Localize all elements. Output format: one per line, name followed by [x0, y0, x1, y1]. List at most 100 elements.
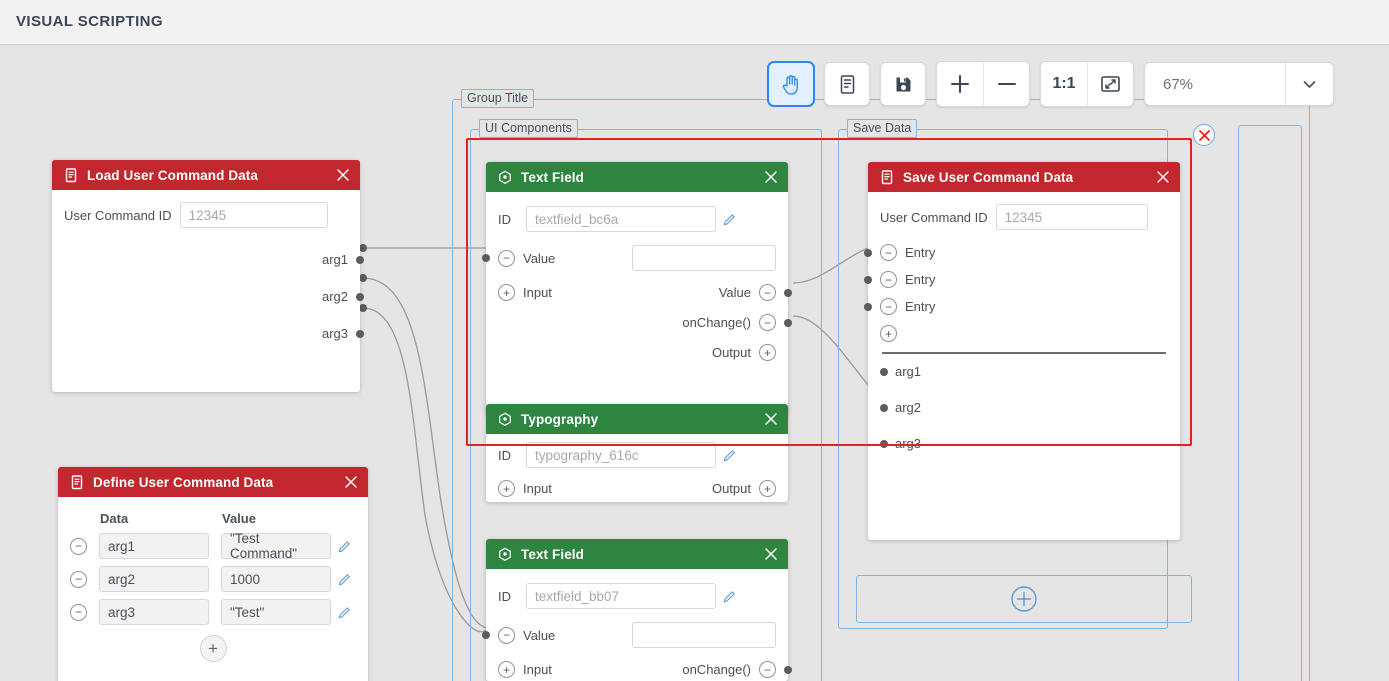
remove-row-button[interactable]: −	[70, 603, 87, 621]
close-icon[interactable]	[764, 547, 778, 561]
node-header[interactable]: Text Field	[486, 539, 788, 569]
close-icon[interactable]	[764, 412, 778, 426]
arg-row: arg1	[880, 364, 1168, 379]
row-data-input[interactable]: arg2	[99, 566, 209, 592]
add-input-button[interactable]: +	[498, 284, 515, 301]
id-row: ID textfield_bc6a	[498, 206, 776, 232]
add-output-button[interactable]: +	[759, 480, 776, 497]
output-label: Output	[711, 481, 751, 496]
add-node-drop-zone[interactable]	[856, 575, 1192, 623]
zoom-level-value: 67%	[1163, 75, 1194, 93]
input-port-arg2[interactable]	[880, 403, 888, 412]
pencil-icon[interactable]	[723, 590, 736, 603]
table-row: − arg1 "Test Command"	[70, 531, 356, 561]
remove-output-onchange-button[interactable]: −	[759, 314, 776, 331]
output-port-arg2[interactable]	[356, 292, 364, 301]
node-header[interactable]: Load User Command Data	[52, 160, 360, 190]
pan-tool-button[interactable]	[768, 62, 814, 106]
remove-output-value-button[interactable]: −	[759, 284, 776, 301]
remove-entry-button[interactable]: −	[880, 244, 897, 261]
actual-size-button[interactable]: 1:1	[1041, 62, 1087, 106]
value-input[interactable]	[632, 245, 776, 271]
zoom-out-button[interactable]	[983, 62, 1029, 106]
input-port-entry-1[interactable]	[864, 248, 872, 257]
row-value-input[interactable]: "Test"	[221, 599, 331, 625]
pencil-icon[interactable]	[338, 606, 351, 619]
add-output-button[interactable]: +	[759, 344, 776, 361]
node-save-user-command-data[interactable]: Save User Command Data User Command ID 1…	[864, 162, 1180, 540]
user-command-id-input[interactable]: 12345	[179, 202, 328, 228]
add-input-button[interactable]: +	[498, 661, 515, 678]
node-text-field-2[interactable]: Text Field ID textfield_bb07 − Value + I…	[482, 539, 792, 681]
row-data-input[interactable]: arg1	[99, 533, 209, 559]
close-icon[interactable]	[1156, 170, 1170, 184]
input-port-value[interactable]	[482, 631, 490, 639]
column-header-data: Data	[100, 511, 129, 526]
remove-value-input-button[interactable]: −	[498, 249, 515, 267]
node-load-user-command-data[interactable]: Load User Command Data User Command ID 1…	[52, 160, 364, 392]
remove-value-input-button[interactable]: −	[498, 626, 515, 644]
pencil-icon[interactable]	[338, 573, 351, 586]
fit-screen-icon	[1101, 76, 1120, 92]
input-port-entry-2[interactable]	[864, 275, 872, 284]
row-value-input[interactable]: "Test Command"	[221, 531, 331, 561]
add-input-button[interactable]: +	[498, 480, 515, 497]
user-command-id-input[interactable]: 12345	[995, 204, 1148, 230]
script-list-button[interactable]	[824, 62, 870, 106]
id-input[interactable]: textfield_bb07	[526, 583, 716, 609]
node-header[interactable]: Typography	[486, 404, 788, 434]
pencil-icon[interactable]	[723, 213, 736, 226]
add-row-button[interactable]: +	[199, 635, 227, 662]
chevron-down-icon[interactable]	[1285, 63, 1333, 105]
zoom-in-button[interactable]	[937, 62, 983, 106]
entry-label: Entry	[905, 299, 936, 314]
pencil-icon[interactable]	[338, 540, 351, 553]
node-header[interactable]: Text Field	[486, 162, 788, 192]
node-body: ID textfield_bc6a − Value + Input Value …	[482, 192, 792, 373]
save-button[interactable]	[880, 62, 926, 106]
fit-screen-button[interactable]	[1087, 62, 1133, 106]
output-port-onchange[interactable]	[784, 318, 792, 327]
zoom-level-select[interactable]: 67%	[1144, 62, 1334, 106]
group-close-button[interactable]	[1193, 124, 1215, 146]
value-input[interactable]	[632, 622, 776, 648]
node-define-user-command-data[interactable]: Define User Command Data Data Value − ar…	[58, 467, 368, 681]
input-port-value[interactable]	[482, 254, 490, 262]
input-output-row: + Input Output +	[498, 480, 776, 497]
remove-entry-button[interactable]: −	[880, 298, 897, 315]
node-header[interactable]: Define User Command Data	[58, 467, 368, 497]
close-icon[interactable]	[764, 170, 778, 184]
output-port-arg1[interactable]	[356, 255, 364, 264]
row-value-input[interactable]: 1000	[221, 566, 331, 592]
input-port-entry-3[interactable]	[864, 302, 872, 311]
output-label-onchange: onChange()	[682, 662, 751, 677]
group-label-outer[interactable]: Group Title	[461, 89, 535, 108]
pencil-icon[interactable]	[723, 449, 736, 462]
group-label-ui-components[interactable]: UI Components	[479, 119, 578, 138]
remove-row-button[interactable]: −	[70, 537, 87, 555]
row-data-input[interactable]: arg3	[99, 599, 209, 625]
arg-label: arg2	[895, 400, 922, 415]
node-header[interactable]: Save User Command Data	[868, 162, 1180, 192]
id-input[interactable]: typography_616c	[526, 442, 716, 468]
visual-scripting-canvas[interactable]: Group Title UI Components Save Data Load…	[0, 45, 1389, 681]
id-input[interactable]: textfield_bc6a	[526, 206, 716, 232]
input-port-arg3[interactable]	[880, 439, 888, 448]
output-port-onchange[interactable]	[784, 665, 792, 674]
close-icon[interactable]	[344, 475, 358, 489]
group-label-save-data[interactable]: Save Data	[847, 119, 918, 138]
remove-row-button[interactable]: −	[70, 570, 87, 588]
node-title: Save User Command Data	[903, 169, 1074, 185]
node-text-field-1[interactable]: Text Field ID textfield_bc6a − Value + I…	[482, 162, 792, 416]
node-typography[interactable]: Typography ID typography_616c + Input Ou…	[486, 404, 788, 502]
remove-entry-button[interactable]: −	[880, 271, 897, 288]
group-frame-empty-right[interactable]	[1238, 125, 1302, 681]
output-port-value[interactable]	[784, 288, 792, 297]
table-header-row: Data Value	[70, 511, 356, 526]
add-entry-button[interactable]: +	[880, 325, 897, 342]
floppy-save-icon	[896, 77, 910, 91]
input-port-arg1[interactable]	[880, 367, 888, 376]
remove-output-onchange-button[interactable]: −	[759, 661, 776, 678]
output-port-arg3[interactable]	[356, 329, 364, 338]
close-icon[interactable]	[336, 168, 350, 182]
